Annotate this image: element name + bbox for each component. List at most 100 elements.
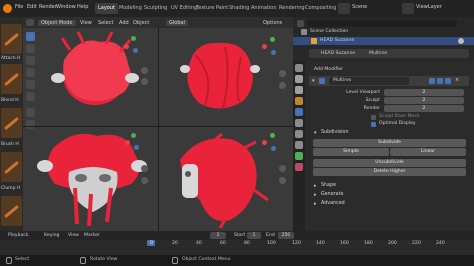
cursor-tool-icon[interactable] [26,44,35,53]
constraints-tab-icon[interactable] [295,141,303,149]
menu-add[interactable]: Add [119,20,129,26]
mode-select[interactable]: Object Mode [38,20,76,26]
tab-animation[interactable]: Animation [248,3,280,14]
keying-menu[interactable]: Keying [44,233,59,238]
gizmo-z-axis-icon[interactable] [271,50,276,55]
tab-compositing[interactable]: Compositing [302,3,339,14]
start-frame-field[interactable]: 1 [247,232,261,239]
chevron-right-icon[interactable]: ▸ [314,192,317,198]
gizmo-y-axis-icon[interactable] [131,133,136,138]
modifier-panel-header[interactable]: ▾ Multires × [309,76,469,86]
gizmo-y-axis-icon[interactable] [131,36,136,41]
object-tab-icon[interactable] [295,97,303,105]
visibility-eye-icon[interactable] [458,38,464,44]
view-layer-name[interactable]: ViewLayer [416,4,442,10]
brush-thumbnail[interactable] [1,64,22,94]
gizmo-y-axis-icon[interactable] [270,37,275,42]
measure-tool-icon[interactable] [26,120,35,129]
generate-section[interactable]: Generate [321,192,343,197]
gizmo-x-axis-icon[interactable] [125,140,130,145]
advanced-section[interactable]: Advanced [321,201,345,206]
outliner-scene-collection[interactable]: Scene Collection [310,29,348,34]
tab-sculpting[interactable]: Sculpting [141,3,170,14]
modifier-tab-icon[interactable] [295,108,303,116]
tool-tab-icon[interactable] [295,64,303,72]
menu-render[interactable]: Render [39,4,57,10]
outliner-editor-icon[interactable] [297,20,304,27]
transform-orientation-select[interactable]: Global [166,20,188,26]
pan-icon[interactable] [141,177,148,184]
scene-name[interactable]: Scene [352,4,367,10]
pan-icon[interactable] [279,82,286,89]
close-icon[interactable]: × [455,77,459,83]
edit-mode-toggle-icon[interactable] [429,78,435,84]
menu-select[interactable]: Select [98,20,113,26]
blender-logo-icon[interactable] [3,4,12,13]
viewport-toggle-icon[interactable] [437,78,443,84]
unsubdivide-button[interactable]: Unsubdivide [313,159,466,167]
menu-edit[interactable]: Edit [27,4,37,10]
current-frame-field[interactable]: 1 [210,232,226,239]
marker-menu[interactable]: Marker [84,233,100,238]
view-menu[interactable]: View [68,233,79,238]
menu-view[interactable]: View [80,20,92,26]
particles-tab-icon[interactable] [295,119,303,127]
scale-tool-icon[interactable] [26,80,35,89]
modifier-name-input[interactable]: Multires [329,77,409,85]
linear-button[interactable]: Linear [390,148,466,156]
end-frame-field[interactable]: 250 [278,232,294,239]
physics-tab-icon[interactable] [295,130,303,138]
zoom-icon[interactable] [141,67,148,74]
sculpt-base-mesh-checkbox[interactable] [371,115,376,120]
subdivision-section[interactable]: Subdivision [321,130,349,135]
annotate-tool-icon[interactable] [26,108,35,117]
sculpt-level-field[interactable]: 2 [384,97,464,104]
chevron-down-icon[interactable]: ▾ [314,130,317,136]
level-viewport-field[interactable]: 2 [384,89,464,96]
brush-thumbnail[interactable] [1,196,22,226]
delete-higher-button[interactable]: Delete Higher [313,168,466,176]
move-tool-icon[interactable] [26,56,35,65]
gizmo-z-axis-icon[interactable] [134,145,139,150]
zoom-icon[interactable] [279,165,286,172]
outliner-search-input[interactable] [307,20,457,27]
material-tab-icon[interactable] [295,163,303,171]
shape-section[interactable]: Shape [321,183,336,188]
select-tool-icon[interactable] [26,32,35,41]
brush-thumbnail[interactable] [1,108,22,138]
view-layer-icon[interactable] [402,3,414,14]
editor-type-icon[interactable] [26,19,34,26]
gizmo-y-axis-icon[interactable] [270,133,275,138]
gizmo-z-axis-icon[interactable] [271,146,276,151]
tab-layout[interactable]: Layout [95,3,118,14]
zoom-icon[interactable] [141,165,148,172]
gizmo-x-axis-icon[interactable] [124,44,129,49]
gizmo-x-axis-icon[interactable] [262,44,267,49]
render-level-field[interactable]: 2 [384,105,464,112]
zoom-icon[interactable] [279,70,286,77]
scene-icon[interactable] [338,3,350,14]
subdivide-button[interactable]: Subdivide [313,139,466,147]
rotate-tool-icon[interactable] [26,68,35,77]
menu-object[interactable]: Object [133,20,149,26]
add-modifier-button[interactable]: Add Modifier [314,67,343,72]
menu-window[interactable]: Window [56,4,76,10]
pan-icon[interactable] [141,78,148,85]
chevron-down-icon[interactable]: ▾ [312,78,315,84]
menu-help[interactable]: Help [77,4,88,10]
menu-file[interactable]: File [15,4,23,10]
output-tab-icon[interactable] [295,86,303,94]
chevron-right-icon[interactable]: ▸ [314,201,317,207]
simple-button[interactable]: Simple [313,148,389,156]
outliner-item-label[interactable]: HEAD Suzanne [320,38,354,43]
brush-thumbnail[interactable] [1,24,22,54]
options-menu[interactable]: Options [263,20,282,26]
pan-icon[interactable] [279,177,286,184]
render-tab-icon[interactable] [295,75,303,83]
brush-thumbnail[interactable] [1,152,22,182]
data-tab-icon[interactable] [295,152,303,160]
gizmo-x-axis-icon[interactable] [262,140,267,145]
transform-tool-icon[interactable] [26,92,35,101]
gizmo-z-axis-icon[interactable] [133,48,138,53]
chevron-right-icon[interactable]: ▸ [314,183,317,189]
